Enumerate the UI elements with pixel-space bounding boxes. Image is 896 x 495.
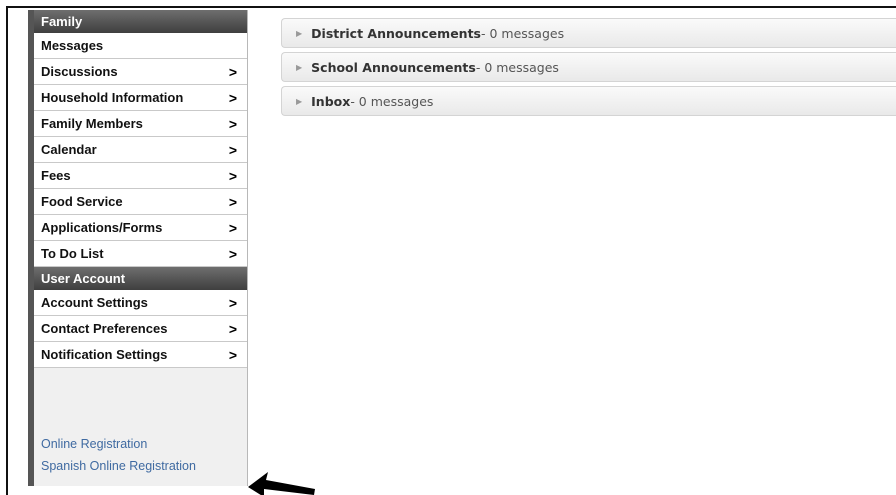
sidebar-item-label: Food Service [41, 193, 123, 209]
panel-title: Inbox [311, 93, 351, 109]
online-registration-link[interactable]: Online Registration [34, 433, 247, 455]
sidebar-item-notification-settings[interactable]: Notification Settings > [34, 342, 247, 368]
panel-message-count: - 0 messages [475, 59, 559, 75]
sidebar-item-label: Household Information [41, 89, 184, 105]
panel-title: District Announcements [311, 25, 481, 41]
sidebar-item-label: Account Settings [41, 294, 148, 310]
expand-triangle-icon: ▶ [296, 96, 303, 106]
district-announcements-panel[interactable]: ▶ District Announcements - 0 messages [281, 18, 896, 48]
sidebar-item-label: Contact Preferences [41, 320, 168, 336]
panel-message-count: - 0 messages [350, 93, 434, 109]
chevron-right-icon: > [228, 294, 237, 311]
sidebar-item-label: Calendar [41, 141, 97, 157]
sidebar-item-label: Applications/Forms [41, 219, 163, 235]
sidebar-item-label: Fees [41, 167, 71, 183]
chevron-right-icon: > [228, 63, 237, 80]
sidebar-item-food-service[interactable]: Food Service > [34, 189, 247, 215]
sidebar-item-label: Notification Settings [41, 346, 168, 362]
chevron-right-icon: > [228, 89, 237, 106]
chevron-right-icon: > [228, 219, 237, 236]
pointer-arrow-icon [248, 472, 315, 495]
section-header-family: Family [34, 10, 247, 33]
sidebar-item-fees[interactable]: Fees > [34, 163, 247, 189]
chevron-right-icon: > [228, 167, 237, 184]
chevron-right-icon: > [228, 346, 237, 363]
school-announcements-panel[interactable]: ▶ School Announcements - 0 messages [281, 52, 896, 82]
panel-title: School Announcements [311, 59, 476, 75]
sidebar-edge [28, 10, 34, 486]
expand-triangle-icon: ▶ [296, 28, 303, 38]
sidebar-item-calendar[interactable]: Calendar > [34, 137, 247, 163]
expand-triangle-icon: ▶ [296, 62, 303, 72]
sidebar-item-to-do-list[interactable]: To Do List > [34, 241, 247, 267]
sidebar-item-family-members[interactable]: Family Members > [34, 111, 247, 137]
chevron-right-icon: > [228, 193, 237, 210]
inbox-panel[interactable]: ▶ Inbox - 0 messages [281, 86, 896, 116]
sidebar-item-household-information[interactable]: Household Information > [34, 85, 247, 111]
section-header-user-account: User Account [34, 267, 247, 290]
sidebar-item-messages[interactable]: Messages [34, 33, 247, 59]
chevron-right-icon: > [228, 115, 237, 132]
chevron-right-icon: > [228, 141, 237, 158]
chevron-right-icon: > [228, 320, 237, 337]
sidebar-item-label: To Do List [41, 245, 104, 261]
sidebar-item-account-settings[interactable]: Account Settings > [34, 290, 247, 316]
sidebar-item-contact-preferences[interactable]: Contact Preferences > [34, 316, 247, 342]
panel-message-count: - 0 messages [480, 25, 565, 41]
sidebar-item-label: Family Members [41, 115, 143, 131]
registration-links: Online Registration Spanish Online Regis… [34, 433, 247, 477]
sidebar-item-discussions[interactable]: Discussions > [34, 59, 247, 85]
sidebar-item-label: Discussions [41, 63, 118, 79]
chevron-right-icon: > [228, 245, 237, 262]
spanish-online-registration-link[interactable]: Spanish Online Registration [34, 455, 247, 477]
sidebar-item-applications-forms[interactable]: Applications/Forms > [34, 215, 247, 241]
sidebar-nav: Family Messages Discussions > Household … [28, 10, 248, 486]
sidebar-item-label: Messages [41, 37, 104, 53]
